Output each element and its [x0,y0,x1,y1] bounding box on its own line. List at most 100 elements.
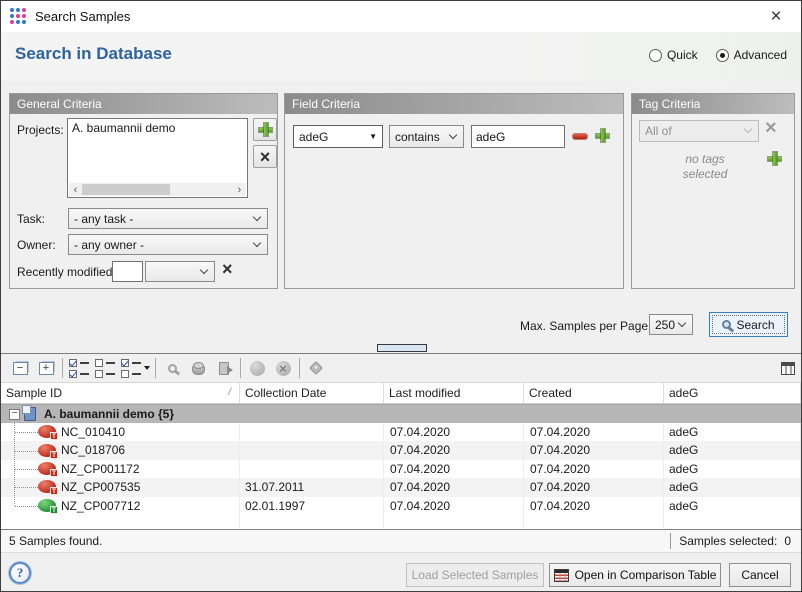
toolbar-separator [62,358,63,378]
load-basket-button[interactable] [185,356,211,380]
recently-modified-input[interactable] [112,261,143,282]
collapse-all-button[interactable]: − [7,356,33,380]
owner-label: Owner: [17,238,56,252]
sample-status-icon: T [38,444,56,457]
table-row[interactable]: T NZ_CP007535 31.07.2011 07.04.2020 07.0… [1,478,801,496]
column-created[interactable]: Created [524,383,664,403]
column-label: Collection Date [245,386,326,400]
table-row[interactable]: T NZ_CP007712 02.01.1997 07.04.2020 07.0… [1,497,801,515]
radio-quick-circle-icon [649,49,662,62]
find-icon [168,364,177,373]
clear-recently-button[interactable]: × [222,262,233,276]
open-in-comparison-table-button[interactable]: Open in Comparison Table [549,563,721,587]
cell-last-modified: 07.04.2020 [384,441,524,459]
recently-modified-label: Recently modified: [17,265,116,279]
cell-created: 07.04.2020 [524,460,664,478]
toolbar-separator [299,358,300,378]
owner-dropdown[interactable]: - any owner - [68,234,268,255]
remove-project-button[interactable]: × [253,145,277,168]
projects-listbox[interactable]: A. baumannii demo ‹ › [67,118,248,198]
samples-selected-label: Samples selected: [679,534,777,548]
combo-arrow-icon: ▼ [369,132,377,141]
export-samples-button[interactable] [211,356,237,380]
find-samples-button[interactable] [159,356,185,380]
remove-circle-button[interactable] [270,356,296,380]
cell-adeg: adeG [664,423,801,441]
load-selected-label: Load Selected Samples [412,568,539,582]
table-row[interactable]: T NC_010410 07.04.2020 07.04.2020 adeG [1,423,801,441]
max-samples-dropdown[interactable]: 250 [649,314,693,335]
general-criteria-header: General Criteria [10,94,277,114]
task-badge: T [50,506,58,514]
help-icon[interactable]: ? [9,562,31,584]
window-title: Search Samples [35,9,130,24]
table-row[interactable]: T NZ_CP001172 07.04.2020 07.04.2020 adeG [1,460,801,478]
max-samples-value: 250 [655,318,675,332]
group-row[interactable]: − A. baumannii demo {5} [1,404,801,423]
configure-columns-icon[interactable] [781,362,795,375]
field-dropdown[interactable]: adeG ▼ [293,125,383,148]
cell-last-modified: 07.04.2020 [384,478,524,496]
selection-menu-button[interactable] [118,356,152,380]
table-row[interactable]: T NC_018706 07.04.2020 07.04.2020 adeG [1,441,801,459]
search-circle-button[interactable] [244,356,270,380]
sample-id: NZ_CP001172 [61,462,140,476]
expand-all-icon: + [39,362,54,375]
cell-created: 07.04.2020 [524,423,664,441]
recently-period-dropdown[interactable] [145,261,215,282]
scroll-left-icon[interactable]: ‹ [69,183,82,196]
radio-advanced-label: Advanced [734,48,787,62]
select-all-button[interactable] [66,356,92,380]
column-adeg[interactable]: adeG [664,383,801,403]
chevron-down-icon [253,238,261,246]
collapse-group-icon[interactable]: − [9,409,20,420]
group-label: A. baumannii demo {5} [44,407,174,421]
search-samples-dialog: Search Samples × Search in Database Quic… [0,0,802,592]
add-project-button[interactable] [253,118,277,141]
column-last-modified[interactable]: Last modified [384,383,524,403]
project-item[interactable]: A. baumannii demo [68,119,247,137]
projects-hscrollbar[interactable]: ‹ › [69,183,246,196]
radio-quick[interactable]: Quick [649,48,698,62]
scroll-thumb[interactable] [82,184,170,195]
field-query-input[interactable] [471,125,565,148]
tree-line [15,451,38,452]
tag-mode-dropdown[interactable]: All of [639,120,759,142]
tag-button[interactable] [303,356,329,380]
sample-status-icon: T [38,499,56,512]
scroll-track[interactable] [82,183,233,196]
add-criterion-button[interactable] [596,129,609,142]
operator-dropdown[interactable]: contains [389,125,464,148]
chevron-down-icon [253,212,261,220]
column-collection-date[interactable]: Collection Date [240,383,384,403]
task-dropdown[interactable]: - any task - [68,208,268,229]
search-button-label: Search [736,318,774,332]
close-icon[interactable]: × [757,3,795,30]
open-comparison-label: Open in Comparison Table [575,568,717,582]
column-sample-id[interactable]: Sample ID / [1,383,240,403]
column-label: adeG [669,386,698,400]
load-selected-samples-button[interactable]: Load Selected Samples [406,563,544,587]
search-button[interactable]: Search [709,312,788,337]
task-badge: T [50,487,58,495]
cancel-button[interactable]: Cancel [729,563,791,587]
remove-criterion-button[interactable] [573,134,587,139]
deselect-all-icon [95,359,115,378]
remove-circle-icon [276,361,291,376]
add-tag-button[interactable] [768,152,781,165]
deselect-all-button[interactable] [92,356,118,380]
operator-value: contains [395,130,440,144]
splitter-handle[interactable] [377,344,427,352]
samples-selected: Samples selected: 0 [671,534,801,548]
field-criteria-panel: Field Criteria adeG ▼ contains [284,93,624,289]
scroll-right-icon[interactable]: › [233,183,246,196]
search-circle-icon [250,361,265,376]
export-icon [219,362,229,375]
task-badge: T [50,432,58,440]
projects-label: Projects: [17,123,64,137]
clear-tags-button[interactable]: × [765,120,777,136]
radio-advanced[interactable]: Advanced [716,48,787,62]
splitter [1,341,801,354]
project-icon [24,407,36,421]
expand-all-button[interactable]: + [33,356,59,380]
